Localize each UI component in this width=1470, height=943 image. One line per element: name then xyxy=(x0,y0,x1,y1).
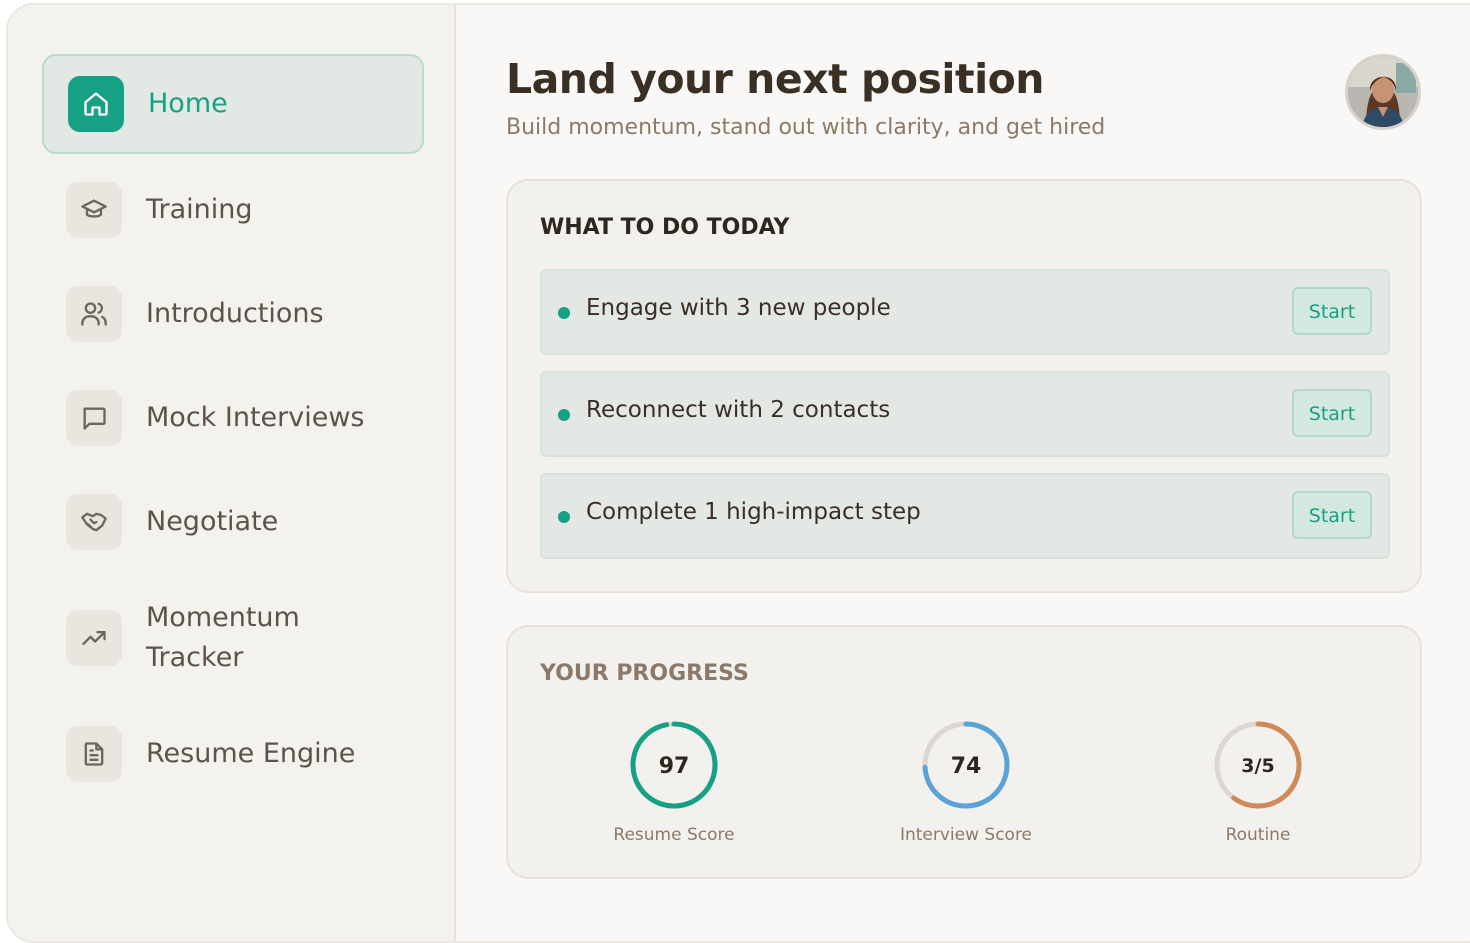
app-window: Home Training Introductions Mock Intervi… xyxy=(6,3,1470,943)
task-row: Engage with 3 new people Start xyxy=(540,269,1390,355)
sidebar-item-momentum-tracker[interactable]: Momentum Tracker xyxy=(42,588,424,688)
message-square-icon xyxy=(66,390,122,446)
sidebar-item-negotiate[interactable]: Negotiate xyxy=(42,472,424,572)
task-text: Engage with 3 new people xyxy=(586,295,891,321)
page-title: Land your next position xyxy=(506,55,1044,103)
main-content: Land your next position Build momentum, … xyxy=(456,5,1470,941)
interview-score-ring: 74 xyxy=(922,721,1010,809)
progress-card: YOUR PROGRESS 97 Resume Score 74 Intervi… xyxy=(506,625,1422,879)
interview-score-label: Interview Score xyxy=(899,825,1033,845)
file-text-icon xyxy=(66,726,122,782)
routine-metric: 3/5 Routine xyxy=(1158,719,1358,845)
routine-ring: 3/5 xyxy=(1214,721,1302,809)
sidebar-item-training[interactable]: Training xyxy=(42,160,424,260)
resume-score-label: Resume Score xyxy=(613,825,735,845)
sidebar-item-label: Home xyxy=(148,88,228,119)
sidebar-item-label: Introductions xyxy=(146,298,324,329)
bullet-dot-icon xyxy=(558,511,570,523)
start-button[interactable]: Start xyxy=(1292,491,1372,539)
sidebar-item-introductions[interactable]: Introductions xyxy=(42,264,424,364)
start-button[interactable]: Start xyxy=(1292,287,1372,335)
today-heading: WHAT TO DO TODAY xyxy=(540,215,790,240)
task-text: Complete 1 high-impact step xyxy=(586,499,921,525)
bullet-dot-icon xyxy=(558,307,570,319)
task-row: Reconnect with 2 contacts Start xyxy=(540,371,1390,457)
sidebar-item-label: Resume Engine xyxy=(146,738,356,769)
interview-score-value: 74 xyxy=(951,754,982,779)
bullet-dot-icon xyxy=(558,409,570,421)
resume-score-value: 97 xyxy=(659,754,690,779)
avatar[interactable] xyxy=(1345,54,1421,130)
sidebar-item-label: Momentum Tracker xyxy=(146,602,300,673)
trending-up-icon xyxy=(66,610,122,666)
routine-value: 3/5 xyxy=(1241,755,1274,777)
users-icon xyxy=(66,286,122,342)
handshake-icon xyxy=(66,494,122,550)
routine-label: Routine xyxy=(1225,825,1291,845)
sidebar-item-label: Mock Interviews xyxy=(146,402,365,433)
today-card: WHAT TO DO TODAY Engage with 3 new peopl… xyxy=(506,179,1422,593)
task-text: Reconnect with 2 contacts xyxy=(586,397,891,423)
resume-score-ring: 97 xyxy=(630,721,718,809)
interview-score-metric: 74 Interview Score xyxy=(866,719,1066,845)
home-icon xyxy=(68,76,124,132)
avatar-portrait-icon xyxy=(1348,57,1418,127)
resume-score-metric: 97 Resume Score xyxy=(574,719,774,845)
sidebar-item-mock-interviews[interactable]: Mock Interviews xyxy=(42,368,424,468)
page-subtitle: Build momentum, stand out with clarity, … xyxy=(506,115,1106,140)
sidebar-item-label: Negotiate xyxy=(146,506,279,537)
graduation-cap-icon xyxy=(66,182,122,238)
sidebar-item-home[interactable]: Home xyxy=(42,54,424,154)
sidebar-item-label: Training xyxy=(146,194,253,225)
start-button[interactable]: Start xyxy=(1292,389,1372,437)
sidebar: Home Training Introductions Mock Intervi… xyxy=(8,5,456,941)
sidebar-item-resume-engine[interactable]: Resume Engine xyxy=(42,704,424,804)
task-row: Complete 1 high-impact step Start xyxy=(540,473,1390,559)
progress-heading: YOUR PROGRESS xyxy=(540,661,749,686)
